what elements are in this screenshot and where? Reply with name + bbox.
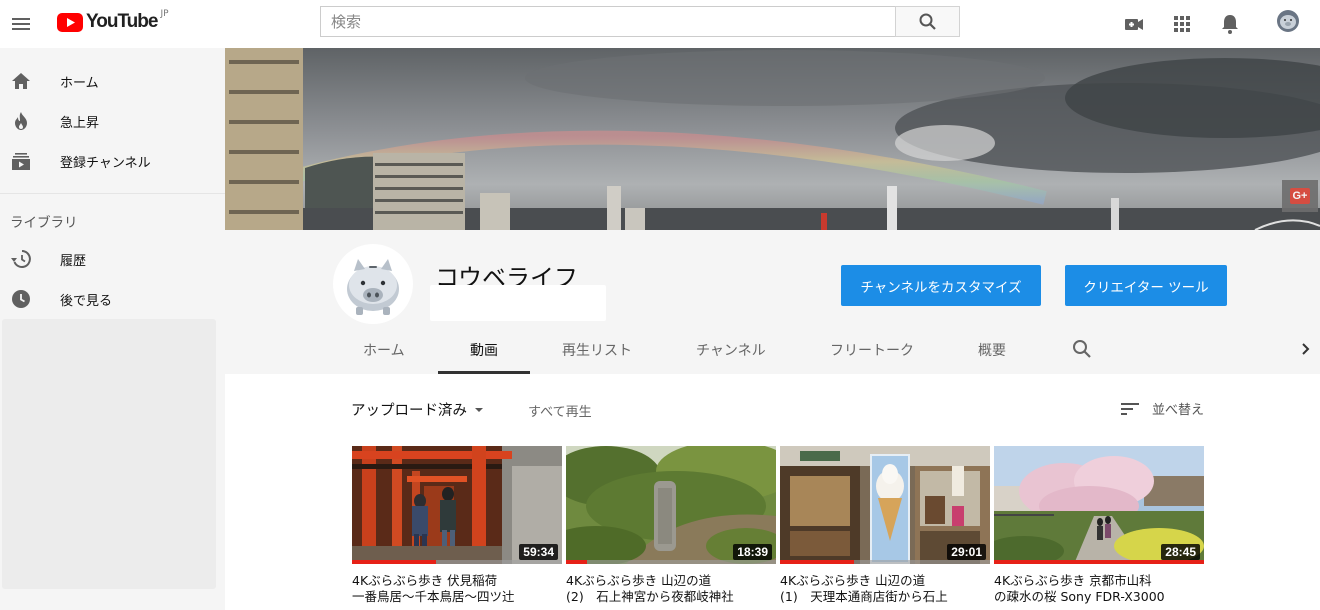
sort-icon	[1121, 402, 1139, 415]
sidebar-empty-panel	[2, 319, 216, 589]
tab-videos[interactable]: 動画	[438, 340, 530, 374]
library-heading: ライブラリ	[10, 215, 78, 231]
uploads-filter-label: アップロード済み	[351, 403, 467, 419]
watch-progress-bar	[566, 560, 776, 564]
video-title[interactable]: 4Kぶらぶら歩き 京都市山科 の疎水の桜 Sony FDR-X3000	[994, 573, 1204, 605]
channel-search-icon[interactable]	[1071, 338, 1093, 360]
video-title-line: 一番鳥居〜千本鳥居〜四ツ辻	[352, 589, 515, 604]
video-duration: 59:34	[519, 544, 558, 560]
sidebar-item-label: 登録チャンネル	[60, 155, 151, 171]
customize-channel-button[interactable]: チャンネルをカスタマイズ	[841, 265, 1041, 306]
sidebar-item-subscriptions[interactable]: 登録チャンネル	[0, 141, 225, 181]
sort-label: 並べ替え	[1152, 403, 1205, 418]
tab-playlists[interactable]: 再生リスト	[562, 340, 632, 374]
sidebar: ホーム 急上昇 登録チャンネル ライブラリ 履歴 後で見る	[0, 48, 225, 610]
home-icon	[10, 70, 32, 92]
video-title-line: 4Kぶらぶら歩き 京都市山科	[994, 573, 1152, 588]
video-card[interactable]: 18:39 4Kぶらぶら歩き 山辺の道 (2) 石上神宮から夜都岐神社	[566, 446, 776, 605]
search-icon	[919, 13, 936, 30]
account-avatar[interactable]	[1277, 10, 1299, 32]
chevron-right-icon[interactable]	[1297, 338, 1315, 360]
search-button[interactable]	[895, 6, 960, 37]
video-card[interactable]: 59:34 4Kぶらぶら歩き 伏見稲荷 一番鳥居〜千本鳥居〜四ツ辻	[352, 446, 562, 605]
watch-progress-fill	[994, 560, 1204, 564]
video-title[interactable]: 4Kぶらぶら歩き 山辺の道 (2) 石上神宮から夜都岐神社	[566, 573, 776, 605]
uploads-filter-dropdown[interactable]: アップロード済み	[351, 399, 487, 420]
tab-home[interactable]: ホーム	[363, 340, 405, 374]
video-thumbnail[interactable]: 18:39	[566, 446, 776, 564]
sidebar-item-label: 急上昇	[60, 115, 100, 131]
youtube-logo[interactable]: YouTube JP	[57, 9, 169, 33]
hamburger-menu-icon[interactable]	[9, 12, 33, 36]
sidebar-divider	[0, 193, 225, 194]
watch-progress-fill	[566, 560, 587, 564]
video-title-line: (2) 石上神宮から夜都岐神社	[566, 589, 734, 604]
video-title[interactable]: 4Kぶらぶら歩き 伏見稲荷 一番鳥居〜千本鳥居〜四ツ辻	[352, 573, 562, 605]
watch-progress-bar	[352, 560, 562, 564]
video-duration: 18:39	[733, 544, 772, 560]
search-input[interactable]	[321, 7, 896, 36]
subscriptions-icon	[10, 150, 32, 172]
sidebar-item-label: 履歴	[60, 253, 87, 269]
video-title-line: 4Kぶらぶら歩き 伏見稲荷	[352, 573, 498, 588]
tab-discussion[interactable]: フリートーク	[830, 340, 914, 374]
dropdown-arrow-icon	[475, 407, 483, 412]
video-title-line: (1) 天理本通商店街から石上	[780, 589, 948, 604]
sort-button[interactable]: 並べ替え	[1120, 399, 1204, 418]
tab-channels[interactable]: チャンネル	[696, 340, 766, 374]
youtube-play-logo-icon	[57, 12, 83, 32]
watch-progress-fill	[780, 560, 854, 564]
tab-about[interactable]: 概要	[978, 340, 1006, 374]
creator-tools-button[interactable]: クリエイター ツール	[1065, 265, 1227, 306]
upload-video-icon[interactable]	[1122, 12, 1146, 36]
video-thumbnail[interactable]: 28:45	[994, 446, 1204, 564]
notifications-bell-icon[interactable]	[1218, 12, 1242, 36]
watch-progress-bar	[994, 560, 1204, 564]
sidebar-item-label: 後で見る	[60, 293, 113, 309]
watch-progress-fill	[352, 560, 436, 564]
channel-banner-image	[225, 48, 1320, 230]
video-title-line: 4Kぶらぶら歩き 山辺の道	[780, 573, 926, 588]
piggy-bank-icon	[347, 259, 399, 315]
video-duration: 28:45	[1161, 544, 1200, 560]
clock-icon	[10, 288, 32, 310]
sidebar-item-watch-later[interactable]: 後で見る	[0, 279, 225, 319]
search-box	[320, 6, 896, 37]
watch-progress-bar	[780, 560, 990, 564]
sidebar-item-label: ホーム	[60, 75, 99, 91]
sidebar-item-history[interactable]: 履歴	[0, 239, 225, 279]
flame-icon	[10, 110, 32, 132]
video-thumbnail[interactable]: 59:34	[352, 446, 562, 564]
video-card[interactable]: 28:45 4Kぶらぶら歩き 京都市山科 の疎水の桜 Sony FDR-X300…	[994, 446, 1204, 605]
play-all-link[interactable]: すべて再生	[528, 401, 592, 420]
logo-region: JP	[160, 9, 169, 19]
apps-grid-icon[interactable]	[1170, 12, 1194, 36]
video-thumbnail[interactable]: 29:01	[780, 446, 990, 564]
channel-subscriber-area	[430, 285, 606, 321]
video-title[interactable]: 4Kぶらぶら歩き 山辺の道 (1) 天理本通商店街から石上	[780, 573, 990, 605]
sidebar-item-home[interactable]: ホーム	[0, 61, 225, 101]
top-bar: YouTube JP	[0, 0, 1320, 48]
google-plus-icon: G+	[1289, 188, 1311, 204]
sidebar-item-trending[interactable]: 急上昇	[0, 101, 225, 141]
video-duration: 29:01	[947, 544, 986, 560]
video-card[interactable]: 29:01 4Kぶらぶら歩き 山辺の道 (1) 天理本通商店街から石上	[780, 446, 990, 605]
channel-avatar[interactable]	[333, 244, 413, 324]
logo-text: YouTube	[86, 11, 158, 32]
google-plus-link[interactable]: G+	[1282, 180, 1318, 212]
history-icon	[10, 248, 32, 270]
video-title-line: 4Kぶらぶら歩き 山辺の道	[566, 573, 712, 588]
video-title-line: の疎水の桜 Sony FDR-X3000	[994, 589, 1165, 604]
